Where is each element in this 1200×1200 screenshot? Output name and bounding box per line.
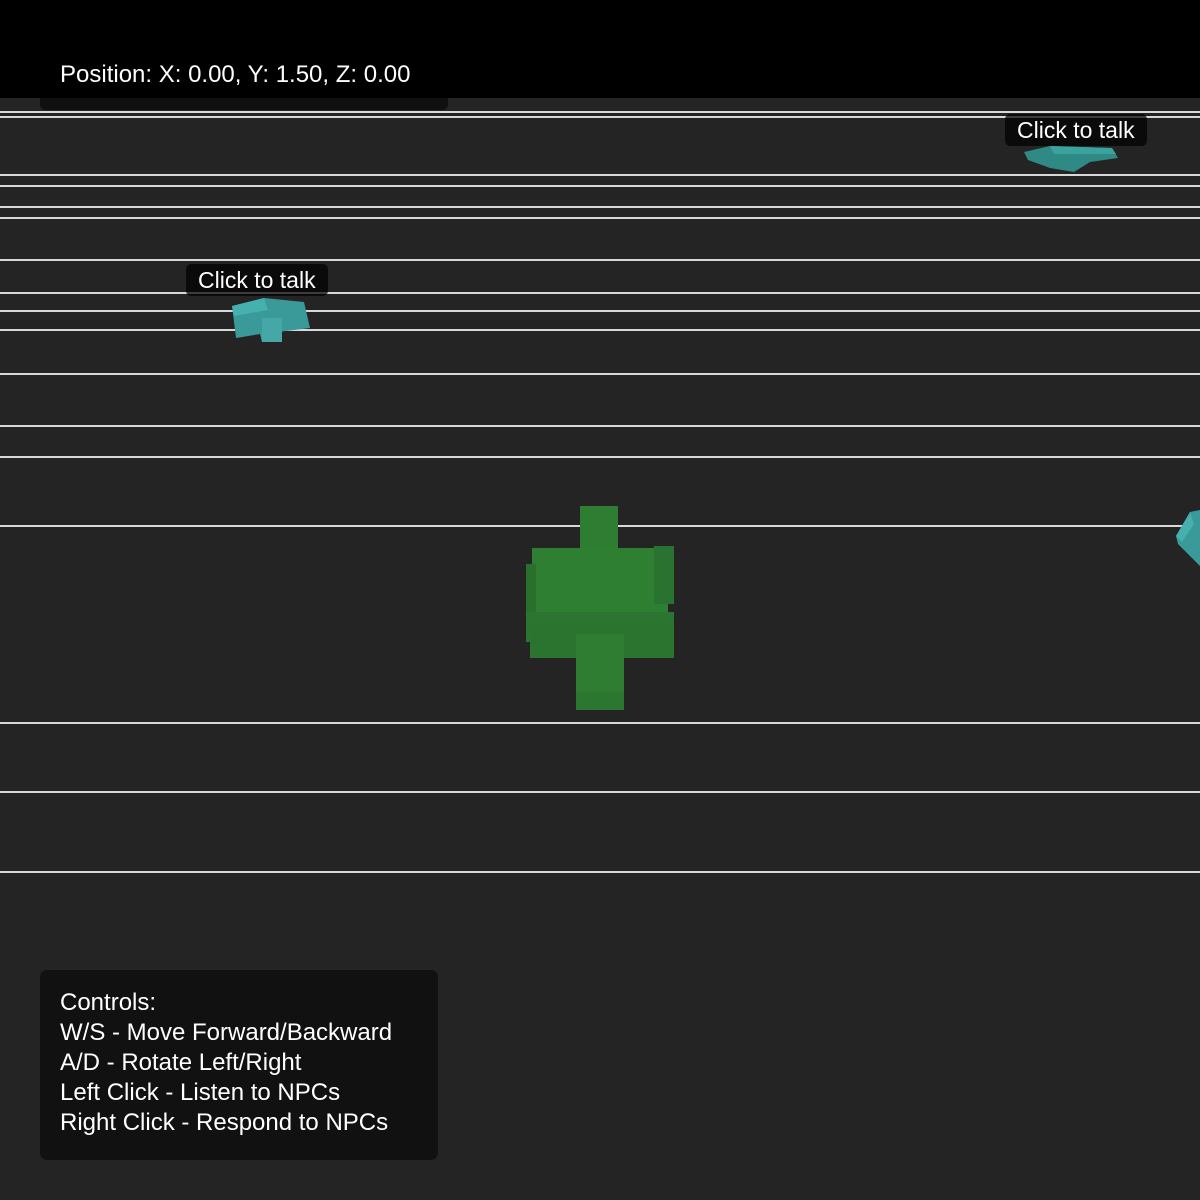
ground-line: [0, 373, 1200, 375]
ground-line: [0, 722, 1200, 724]
ground-line: [0, 871, 1200, 873]
ground-line: [0, 329, 1200, 331]
controls-title: Controls:: [60, 989, 157, 1016]
npc-talk-label[interactable]: Click to talk: [1005, 114, 1147, 146]
ground-line: [0, 185, 1200, 187]
npc-talk-label[interactable]: Click to talk: [186, 264, 328, 296]
ground-line: [0, 292, 1200, 294]
ground-line: [0, 425, 1200, 427]
npc-character[interactable]: [1020, 140, 1130, 180]
ground-line: [0, 259, 1200, 261]
controls-panel: Controls: W/S - Move Forward/Backward A/…: [40, 970, 438, 1160]
control-line: A/D - Rotate Left/Right: [60, 1049, 302, 1076]
player-character: [526, 506, 674, 710]
position-readout: Position: X: 0.00, Y: 1.50, Z: 0.00: [40, 52, 448, 110]
npc-character[interactable]: [228, 288, 314, 346]
control-line: Left Click - Listen to NPCs: [60, 1079, 341, 1106]
control-line: Right Click - Respond to NPCs: [60, 1109, 389, 1136]
control-line: W/S - Move Forward/Backward: [60, 1019, 393, 1046]
position-text: Position: X: 0.00, Y: 1.50, Z: 0.00: [60, 61, 411, 88]
ground-line: [0, 791, 1200, 793]
ground-line: [0, 217, 1200, 219]
ground-line: [0, 310, 1200, 312]
ground-line: [0, 206, 1200, 208]
game-viewport[interactable]: Position: X: 0.00, Y: 1.50, Z: 0.00 Clic…: [0, 0, 1200, 1200]
ground-line: [0, 111, 1200, 113]
ground-line: [0, 456, 1200, 458]
npc-character[interactable]: [1172, 506, 1200, 570]
